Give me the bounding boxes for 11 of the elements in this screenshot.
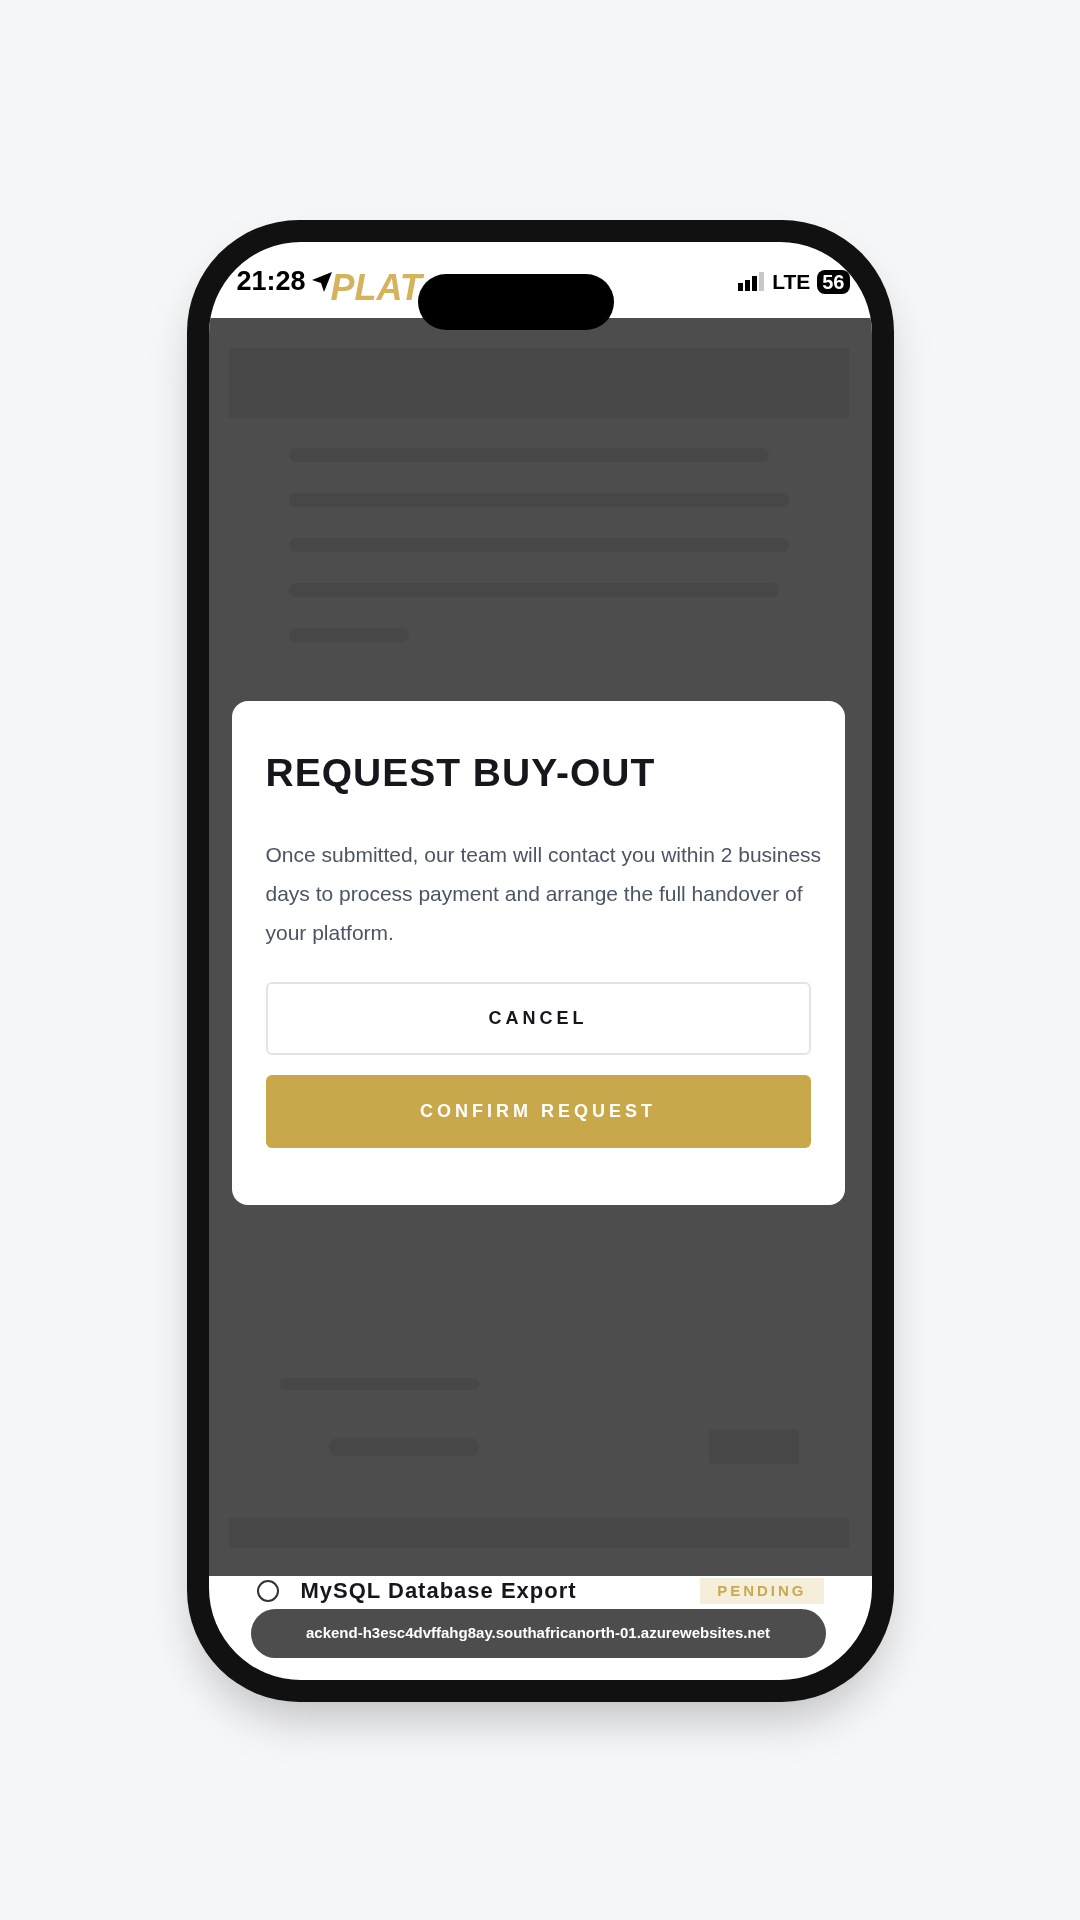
url-text: ackend-h3esc4dvffahg8ay.southafricanorth-01.azurewebsites.net xyxy=(305,1623,770,1644)
list-item-title: MySQL Database Export xyxy=(300,1578,577,1604)
signal-icon xyxy=(738,271,766,292)
network-label: LTE xyxy=(772,271,811,292)
battery-level: 56 xyxy=(817,269,850,294)
radio-button[interactable] xyxy=(256,1580,279,1602)
modal-message: Once submitted, our team will contact you within 2 business days to process payment and arrange the full handover of your platform. xyxy=(265,842,823,946)
modal-title: REQUEST BUY-OUT xyxy=(265,750,657,796)
status-badge: PENDING xyxy=(700,1578,824,1604)
status-time: 21:28 xyxy=(236,268,306,295)
cancel-button[interactable]: CANCEL xyxy=(265,982,811,1055)
